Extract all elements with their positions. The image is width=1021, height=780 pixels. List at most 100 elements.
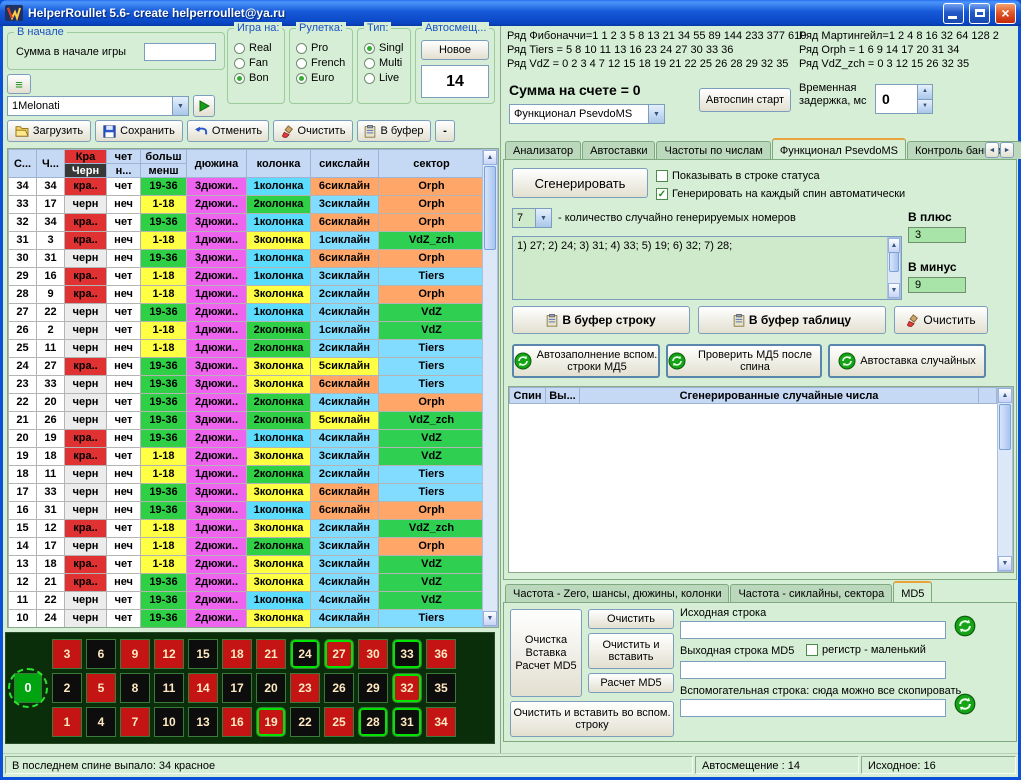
board-number-8[interactable]: 8 bbox=[120, 673, 150, 703]
radio-multi[interactable]: Multi bbox=[364, 57, 410, 69]
board-number-10[interactable]: 10 bbox=[154, 707, 184, 737]
board-number-11[interactable]: 11 bbox=[154, 673, 184, 703]
history-row[interactable]: 928чернчет19-363дюжи..1колонка5сиклайнVd… bbox=[9, 628, 485, 629]
delay-spinner[interactable]: 0 ▲ ▼ bbox=[875, 84, 933, 114]
preset-combobox[interactable]: 1Melonati ▼ bbox=[7, 96, 189, 116]
board-number-16[interactable]: 16 bbox=[222, 707, 252, 737]
load-button[interactable]: Загрузить bbox=[7, 120, 91, 142]
board-number-17[interactable]: 17 bbox=[222, 673, 252, 703]
board-number-7[interactable]: 7 bbox=[120, 707, 150, 737]
scroll-down-icon[interactable]: ▼ bbox=[888, 283, 900, 298]
history-row[interactable]: 1512кра..чет1-181дюжи..3колонка2сиклайнV… bbox=[9, 520, 485, 538]
show-in-status-checkbox[interactable]: Показывать в строке статуса bbox=[656, 170, 820, 182]
autofill-md5-button[interactable]: Автозаполнение вспом. строки МД5 bbox=[512, 344, 660, 378]
refresh-orb-icon[interactable] bbox=[954, 615, 976, 637]
history-row[interactable]: 1318кра..чет1-182дюжи..3колонка3сиклайнV… bbox=[9, 556, 485, 574]
board-number-6[interactable]: 6 bbox=[86, 639, 116, 669]
board-number-9[interactable]: 9 bbox=[120, 639, 150, 669]
md5-calc-button[interactable]: Расчет MD5 bbox=[588, 673, 674, 693]
history-row[interactable]: 1024чернчет19-362дюжи..3колонка4сиклайнT… bbox=[9, 610, 485, 628]
register-checkbox[interactable]: регистр - маленький bbox=[806, 644, 926, 656]
buffer-table-button[interactable]: В буфер таблицу bbox=[698, 306, 886, 334]
tab-анализатор[interactable]: Анализатор bbox=[505, 141, 581, 159]
radio-pro[interactable]: Pro bbox=[296, 42, 352, 54]
board-number-25[interactable]: 25 bbox=[324, 707, 354, 737]
board-number-32[interactable]: 32 bbox=[392, 673, 422, 703]
history-col-header[interactable]: н... bbox=[107, 164, 141, 178]
generate-button[interactable]: Сгенерировать bbox=[512, 168, 648, 198]
md5-big-button[interactable]: Очистка Вставка Расчет MD5 bbox=[510, 609, 582, 697]
history-col-header[interactable]: чет bbox=[107, 150, 141, 164]
tab-md5[interactable]: MD5 bbox=[893, 581, 932, 602]
board-number-35[interactable]: 35 bbox=[426, 673, 456, 703]
chevron-down-icon[interactable]: ▼ bbox=[535, 209, 551, 227]
md5-aux-clear-paste-button[interactable]: Очистить и вставить во вспом. строку bbox=[510, 701, 674, 737]
history-row[interactable]: 313кра..неч1-181дюжи..3колонка1сиклайнVd… bbox=[9, 232, 485, 250]
source-string-input[interactable] bbox=[680, 621, 946, 639]
refresh-orb-icon[interactable] bbox=[954, 693, 976, 715]
clear-button[interactable]: Очистить bbox=[273, 120, 353, 142]
radio-dot-icon[interactable] bbox=[296, 43, 307, 54]
history-row[interactable]: 2722чернчет19-362дюжи..1колонка4сиклайнV… bbox=[9, 304, 485, 322]
radio-singl[interactable]: Singl bbox=[364, 42, 410, 54]
history-row[interactable]: 2019кра..неч19-362дюжи..1колонка4сиклайн… bbox=[9, 430, 485, 448]
radio-dot-icon[interactable] bbox=[364, 43, 375, 54]
aux-string-input[interactable] bbox=[680, 699, 946, 717]
radio-dot-icon[interactable] bbox=[234, 43, 245, 54]
generate-each-spin-checkbox[interactable]: ✓Генерировать на каждый спин автоматичес… bbox=[656, 188, 905, 200]
tab-функционал-psevdoms[interactable]: Функционал PsevdoMS bbox=[772, 138, 906, 159]
radio-euro[interactable]: Euro bbox=[296, 72, 352, 84]
minimize-button[interactable] bbox=[943, 3, 964, 24]
save-button[interactable]: Сохранить bbox=[95, 120, 183, 142]
history-col-header[interactable]: С... bbox=[9, 150, 37, 178]
radio-dot-icon[interactable] bbox=[296, 58, 307, 69]
board-number-19[interactable]: 19 bbox=[256, 707, 286, 737]
checkbox-box[interactable] bbox=[806, 644, 818, 656]
board-number-33[interactable]: 33 bbox=[392, 639, 422, 669]
autospin-start-button[interactable]: Автоспин старт bbox=[699, 88, 791, 112]
tab-автоставки[interactable]: Автоставки bbox=[582, 141, 655, 159]
board-number-4[interactable]: 4 bbox=[86, 707, 116, 737]
scrollbar-thumb[interactable] bbox=[889, 252, 899, 272]
history-row[interactable]: 1631черннеч19-363дюжи..1колонка6сиклайнO… bbox=[9, 502, 485, 520]
radio-french[interactable]: French bbox=[296, 57, 352, 69]
chevron-down-icon[interactable]: ▼ bbox=[172, 97, 188, 115]
board-number-18[interactable]: 18 bbox=[222, 639, 252, 669]
history-col-header[interactable]: сикслайн bbox=[311, 150, 379, 178]
tab-частота---zero,-шансы,-дюжины,-колонки[interactable]: Частота - Zero, шансы, дюжины, колонки bbox=[505, 584, 729, 602]
radio-dot-icon[interactable] bbox=[234, 73, 245, 84]
board-number-28[interactable]: 28 bbox=[358, 707, 388, 737]
minus-button[interactable]: - bbox=[435, 120, 455, 142]
buffer-button[interactable]: В буфер bbox=[357, 120, 431, 142]
spins-col-header[interactable]: Вы... bbox=[546, 388, 580, 404]
history-row[interactable]: 289кра..неч1-181дюжи..3колонка2сиклайнOr… bbox=[9, 286, 485, 304]
board-number-24[interactable]: 24 bbox=[290, 639, 320, 669]
radio-dot-icon[interactable] bbox=[296, 73, 307, 84]
history-col-header[interactable]: больш bbox=[141, 150, 187, 164]
history-col-header[interactable]: сектор bbox=[379, 150, 485, 178]
check-md5-button[interactable]: Проверить МД5 после спина bbox=[666, 344, 822, 378]
history-row[interactable]: 1811черннеч1-181дюжи..2колонка2сиклайнTi… bbox=[9, 466, 485, 484]
board-number-1[interactable]: 1 bbox=[52, 707, 82, 737]
tab-scroll-right-icon[interactable]: ► bbox=[1000, 142, 1014, 158]
history-row[interactable]: 262чернчет1-181дюжи..2колонка1сиклайнVdZ bbox=[9, 322, 485, 340]
start-sum-input[interactable] bbox=[144, 43, 216, 61]
board-number-2[interactable]: 2 bbox=[52, 673, 82, 703]
spinner-up-icon[interactable]: ▲ bbox=[918, 85, 932, 100]
radio-fan[interactable]: Fan bbox=[234, 57, 284, 69]
checkbox-box[interactable] bbox=[656, 170, 668, 182]
history-col-header[interactable]: Кра bbox=[65, 150, 107, 164]
history-row[interactable]: 1733черннеч19-363дюжи..3колонка6сиклайнT… bbox=[9, 484, 485, 502]
history-row[interactable]: 2333черннеч19-363дюжи..3колонка6сиклайнT… bbox=[9, 376, 485, 394]
generated-scrollbar[interactable]: ▲ ▼ bbox=[887, 237, 901, 299]
board-number-5[interactable]: 5 bbox=[86, 673, 116, 703]
history-row[interactable]: 3434кра..чет19-363дюжи..1колонка6сиклайн… bbox=[9, 178, 485, 196]
md5-clear-paste-button[interactable]: Очистить и вставить bbox=[588, 633, 674, 669]
board-number-36[interactable]: 36 bbox=[426, 639, 456, 669]
board-number-27[interactable]: 27 bbox=[324, 639, 354, 669]
undo-button[interactable]: Отменить bbox=[187, 120, 269, 142]
board-number-3[interactable]: 3 bbox=[52, 639, 82, 669]
scroll-up-icon[interactable]: ▲ bbox=[888, 238, 900, 253]
history-row[interactable]: 3234кра..чет19-363дюжи..1колонка6сиклайн… bbox=[9, 214, 485, 232]
history-row[interactable]: 2220чернчет19-362дюжи..2колонка4сиклайнO… bbox=[9, 394, 485, 412]
